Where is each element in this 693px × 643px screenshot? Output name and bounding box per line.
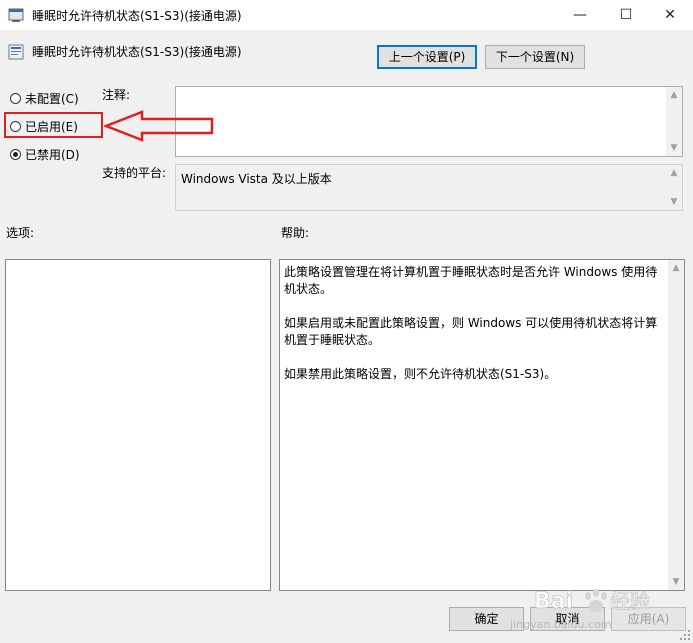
apply-button[interactable]: 应用(A) — [611, 607, 686, 631]
scroll-down-icon[interactable]: ▼ — [668, 574, 684, 590]
radio-disabled-dot[interactable] — [10, 148, 21, 160]
scroll-up-icon[interactable]: ▲ — [668, 260, 684, 276]
help-panel: 此策略设置管理在将计算机置于睡眠状态时是否允许 Windows 使用待机状态。 … — [279, 259, 685, 591]
radio-disabled-label: 已禁用(D) — [25, 147, 80, 162]
comment-scrollbar[interactable]: ▲ ▼ — [666, 87, 682, 156]
help-scrollbar[interactable]: ▲ ▼ — [668, 260, 684, 590]
radio-not-configured-dot[interactable] — [10, 92, 21, 104]
supported-platform-value: Windows Vista 及以上版本 — [181, 172, 332, 186]
help-paragraph: 如果启用或未配置此策略设置，则 Windows 可以使用待机状态将计算机置于睡眠… — [284, 316, 658, 347]
next-setting-button[interactable]: 下一个设置(N) — [485, 45, 585, 69]
minimize-button[interactable]: — — [557, 0, 603, 30]
window-title: 睡眠时允许待机状态(S1-S3)(接通电源) — [32, 9, 242, 23]
maximize-button[interactable]: ☐ — [603, 0, 649, 30]
help-label: 帮助: — [281, 226, 310, 240]
help-paragraph: 此策略设置管理在将计算机置于睡眠状态时是否允许 Windows 使用待机状态。 — [284, 265, 658, 296]
radio-disabled[interactable]: 已禁用(D) — [10, 145, 80, 163]
comment-textarea[interactable]: ▲ ▼ — [175, 86, 683, 157]
close-button[interactable]: ✕ — [647, 0, 693, 30]
help-paragraph: 如果禁用此策略设置，则不允许待机状态(S1-S3)。 — [284, 367, 557, 381]
options-panel — [5, 259, 271, 591]
supported-platform-label: 支持的平台: — [102, 166, 167, 180]
annotation-highlight-box — [4, 112, 103, 138]
scroll-up-icon[interactable]: ▲ — [666, 165, 682, 181]
ok-button[interactable]: 确定 — [449, 607, 524, 631]
options-label: 选项: — [6, 226, 35, 240]
help-text: 此策略设置管理在将计算机置于睡眠状态时是否允许 Windows 使用待机状态。 … — [284, 264, 664, 400]
radio-not-configured[interactable]: 未配置(C) — [10, 89, 79, 107]
setting-title: 睡眠时允许待机状态(S1-S3)(接通电源) — [32, 45, 242, 59]
previous-setting-button[interactable]: 上一个设置(P) — [377, 45, 477, 69]
setting-icon — [8, 44, 24, 60]
scroll-down-icon[interactable]: ▼ — [666, 140, 682, 156]
radio-not-configured-label: 未配置(C) — [25, 91, 79, 106]
supported-platform-field: Windows Vista 及以上版本 ▲ ▼ — [175, 164, 683, 211]
platform-scrollbar[interactable]: ▲ ▼ — [666, 165, 682, 210]
comment-label: 注释: — [102, 88, 131, 102]
title-bar: 睡眠时允许待机状态(S1-S3)(接通电源) — ☐ ✕ — [0, 0, 693, 30]
cancel-button[interactable]: 取消 — [530, 607, 605, 631]
scroll-down-icon[interactable]: ▼ — [666, 194, 682, 210]
scroll-up-icon[interactable]: ▲ — [666, 87, 682, 103]
policy-settings-icon — [8, 8, 24, 22]
resize-grip-icon[interactable] — [679, 629, 691, 641]
annotation-arrow-icon — [104, 110, 214, 142]
